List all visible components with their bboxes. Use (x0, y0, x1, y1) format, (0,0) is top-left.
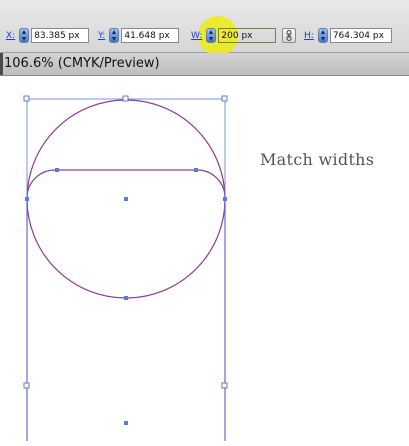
center-point (124, 421, 128, 425)
annotation-text: Match widths (260, 150, 375, 169)
y-field[interactable]: 41.648 px (121, 28, 180, 43)
y-label[interactable]: Y: (98, 31, 105, 41)
x-stepper[interactable] (19, 28, 30, 43)
x-field[interactable]: 83.385 px (31, 28, 90, 43)
handle-top-left (23, 95, 30, 102)
control-bar: X: 83.385 px Y: 41.648 px W: 200 px H: 7… (0, 0, 409, 56)
anchor-point (124, 296, 128, 300)
h-label[interactable]: H: (304, 31, 314, 41)
constrain-proportions-icon[interactable] (282, 28, 296, 43)
w-control: W: 200 px (191, 27, 277, 44)
handle-top-right (221, 95, 228, 102)
anchor-point (25, 197, 29, 201)
w-label[interactable]: W: (191, 31, 202, 41)
anchor-point (55, 168, 59, 172)
h-stepper[interactable] (317, 28, 328, 43)
artboard-canvas[interactable] (0, 76, 409, 446)
document-tab-strip: 106.6% (CMYK/Preview) (0, 53, 409, 76)
selection-handles[interactable] (23, 95, 228, 389)
x-label[interactable]: X: (6, 31, 15, 41)
center-point (124, 197, 128, 201)
y-stepper[interactable] (109, 28, 120, 43)
rounded-rect-path[interactable] (26, 169, 226, 441)
w-stepper[interactable] (206, 28, 217, 43)
rounded-rect-path-outline[interactable] (26, 169, 226, 441)
y-control: Y: 41.648 px (98, 27, 180, 44)
anchor-point (223, 197, 227, 201)
anchor-points[interactable] (25, 168, 227, 425)
x-control: X: 83.385 px (6, 27, 90, 44)
tab-marker (0, 53, 3, 75)
w-field[interactable]: 200 px (218, 28, 277, 43)
handle-top-center (122, 95, 129, 102)
document-tab-title[interactable]: 106.6% (CMYK/Preview) (4, 56, 160, 71)
h-field[interactable]: 764.304 px (329, 28, 392, 43)
artwork (23, 95, 228, 446)
handle-mid-left (23, 382, 30, 389)
h-control: H: 764.304 px (304, 27, 392, 44)
anchor-point (194, 168, 198, 172)
handle-mid-right (221, 382, 228, 389)
